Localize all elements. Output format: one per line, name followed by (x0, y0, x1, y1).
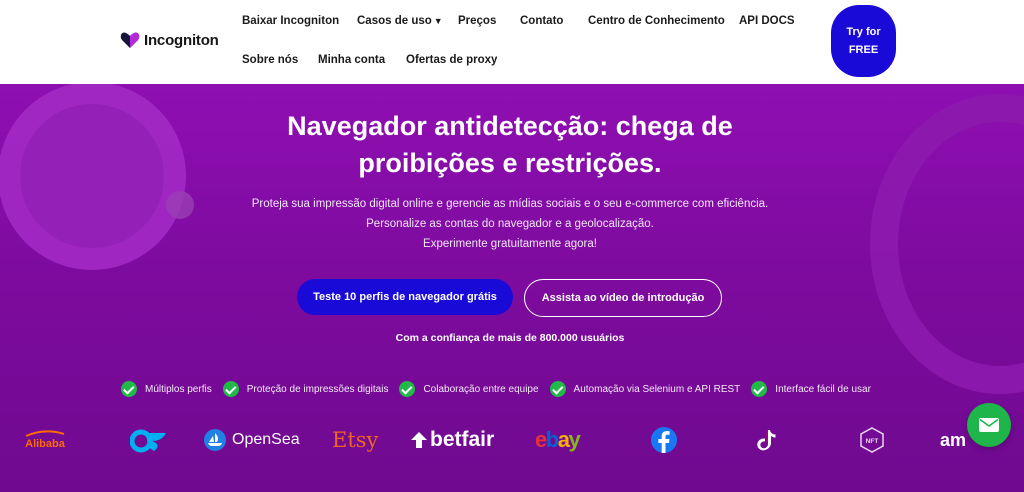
hero-subtitle: Proteja sua impressão digital online e g… (200, 194, 820, 254)
logo[interactable]: Incogniton (120, 31, 219, 49)
mail-icon (979, 418, 999, 432)
decorative-arc (870, 94, 1024, 394)
opensea-icon (204, 429, 226, 451)
etsy-logo: Etsy (332, 428, 379, 452)
feature-item: Colaboração entre equipe (399, 381, 539, 397)
nav-ofertas-proxy[interactable]: Ofertas de proxy (406, 54, 497, 66)
hero-subtitle-line-2: Personalize as contas do navegador e a g… (366, 218, 654, 230)
amazon-logo: am (940, 424, 966, 456)
alibaba-text: Alibaba (25, 438, 65, 450)
nav-baixar[interactable]: Baixar Incogniton (242, 15, 339, 27)
intro-video-button[interactable]: Assista ao vídeo de introdução (524, 279, 722, 317)
trust-text: Com a confiança de mais de 800.000 usuár… (395, 332, 625, 344)
brand-logos: Alibaba OpenSea Etsy betfair e b a y NFT… (0, 420, 1024, 462)
nav-centro-conhecimento[interactable]: Centro de Conhecimento (588, 15, 725, 27)
chat-mail-button[interactable] (967, 403, 1011, 447)
ebay-letter-b: b (545, 427, 559, 452)
betfair-logo: betfair (410, 424, 494, 456)
ebay-letter-e: e (535, 427, 547, 452)
amazon-text: am (940, 429, 967, 450)
decorative-dot (166, 191, 194, 219)
feature-label: Proteção de impressões digitais (246, 383, 389, 395)
hero-title-line-2: proibições e restrições. (358, 148, 662, 178)
nft-icon: NFT (860, 424, 884, 456)
ebay-logo: ebay (535, 424, 581, 456)
opensea-logo: OpenSea (204, 424, 300, 456)
check-icon (399, 381, 416, 397)
logo-text: Incogniton (144, 31, 219, 49)
feature-item: Automação via Selenium e API REST (549, 381, 741, 397)
check-icon (549, 381, 566, 397)
alibaba-logo: Alibaba (20, 424, 70, 456)
hero-title-line-1: Navegador antidetecção: chega de (287, 111, 733, 141)
chevron-down-icon: ▼ (433, 16, 443, 26)
feature-item: Proteção de impressões digitais (222, 381, 389, 397)
facebook-icon (650, 424, 678, 456)
nav-sobre-nos[interactable]: Sobre nós (242, 54, 298, 66)
betfair-arrow-icon (411, 432, 427, 448)
ebay-letter-a: a (557, 427, 570, 452)
nav-api-docs[interactable]: API DOCS (739, 15, 795, 27)
nav-minha-conta[interactable]: Minha conta (318, 54, 385, 66)
nft-label: NFT (866, 438, 879, 445)
hero-subtitle-line-1: Proteja sua impressão digital online e g… (251, 198, 769, 210)
check-icon (121, 381, 137, 397)
tiktok-icon (756, 424, 776, 456)
hero-subtitle-line-3: Experimente gratuitamente agora! (423, 238, 597, 250)
opensea-text: OpenSea (232, 431, 300, 448)
onlyfans-icon (130, 424, 168, 456)
ebay-letter-y: y (568, 427, 580, 452)
feature-label: Múltiplos perfis (145, 383, 212, 395)
check-icon (222, 381, 239, 397)
incogniton-logo-icon (120, 31, 140, 49)
nav-precos[interactable]: Preços (458, 15, 496, 27)
nav-contato[interactable]: Contato (520, 15, 563, 27)
hero-section: Navegador antidetecção: chega de proibiç… (0, 84, 1024, 492)
alibaba-swoosh (25, 430, 65, 437)
betfair-text: betfair (430, 428, 495, 451)
feature-label: Automação via Selenium e API REST (573, 383, 741, 395)
hero-title: Navegador antidetecção: chega de proibiç… (200, 108, 820, 182)
feature-item: Interface fácil de usar (751, 381, 871, 397)
try-for-free-button[interactable]: Try for FREE (831, 5, 896, 77)
feature-item: Múltiplos perfis (121, 381, 212, 397)
nav-casos-de-uso-label: Casos de uso (357, 15, 432, 27)
decorative-circle (20, 104, 164, 248)
site-header: Incogniton Baixar Incogniton Casos de us… (0, 0, 1024, 84)
feature-label: Colaboração entre equipe (423, 383, 539, 395)
feature-list: Múltiplos perfis Proteção de impressões … (121, 381, 882, 397)
free-trial-button[interactable]: Teste 10 perfis de navegador grátis (297, 279, 513, 315)
nav-casos-de-uso[interactable]: Casos de uso ▼ (357, 15, 443, 27)
check-icon (751, 381, 768, 397)
feature-label: Interface fácil de usar (775, 383, 871, 395)
